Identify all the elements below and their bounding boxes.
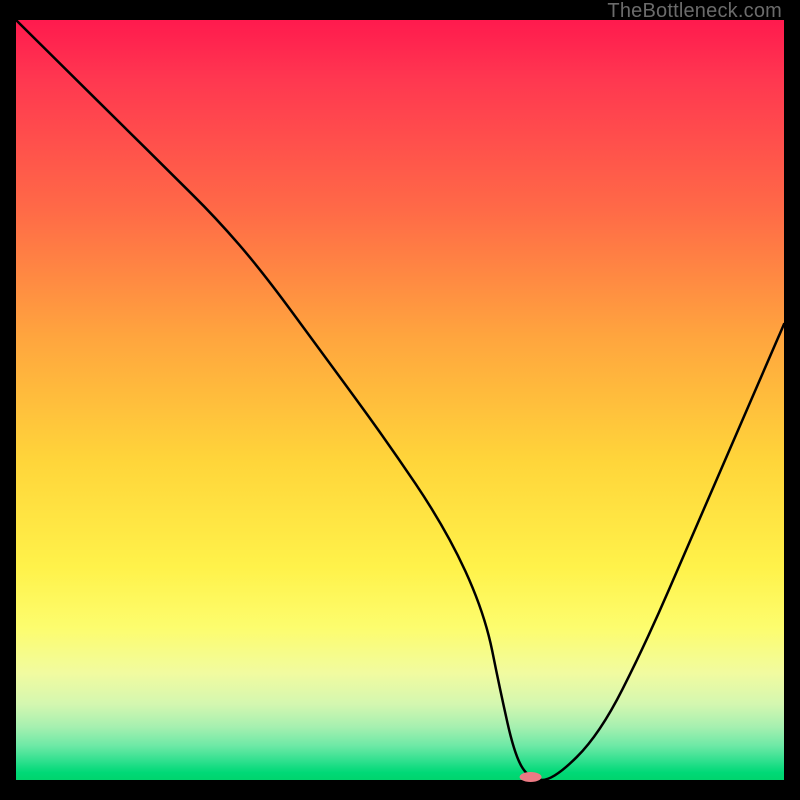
chart-root: TheBottleneck.com — [0, 0, 800, 800]
plot-area — [16, 20, 784, 780]
optimum-marker — [520, 772, 542, 782]
curve-layer — [16, 20, 784, 780]
bottleneck-curve — [16, 20, 784, 780]
